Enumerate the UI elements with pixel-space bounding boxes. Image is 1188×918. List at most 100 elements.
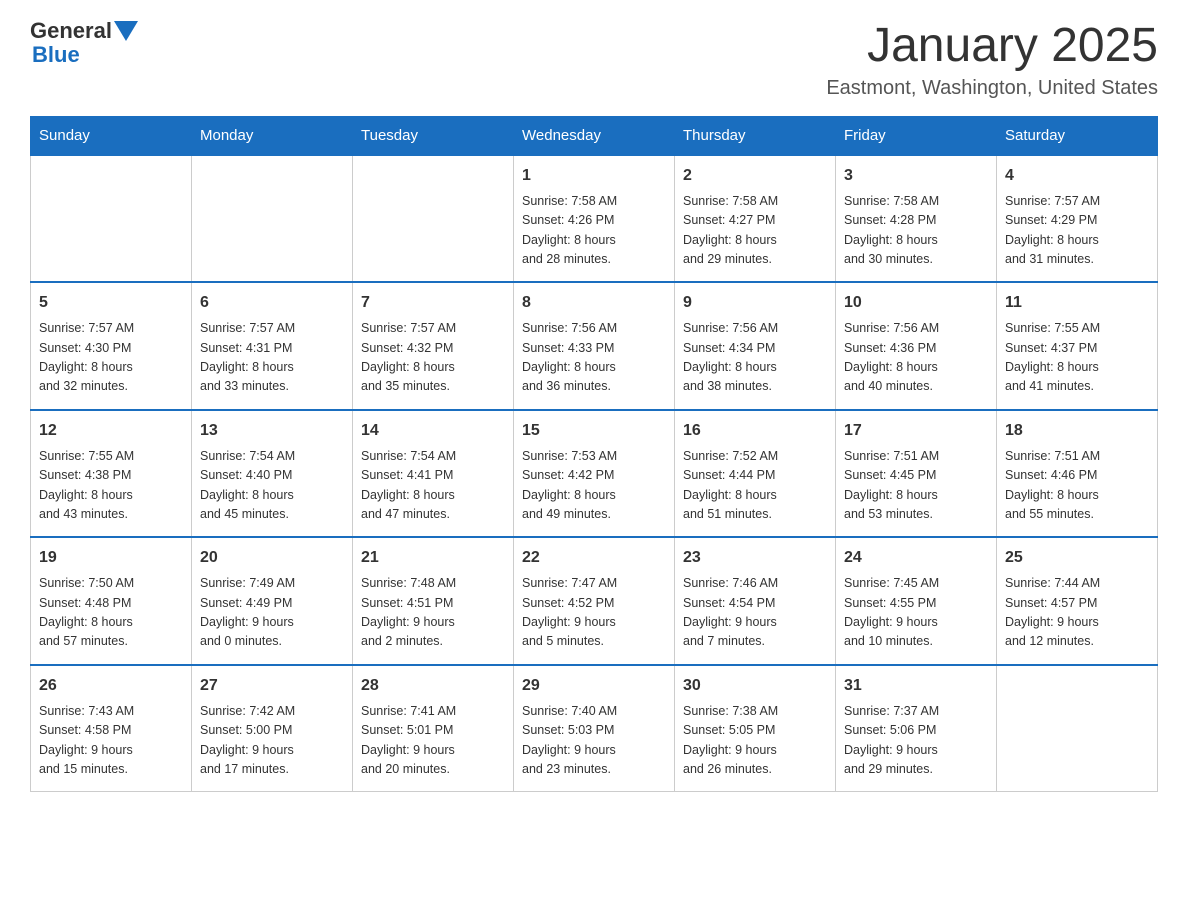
header-monday: Monday [192,116,353,155]
table-row: 20Sunrise: 7:49 AM Sunset: 4:49 PM Dayli… [192,537,353,665]
table-row [192,155,353,283]
day-info: Sunrise: 7:56 AM Sunset: 4:34 PM Dayligh… [683,319,827,397]
table-row: 28 Sunrise: 7:41 AM Sunset: 5:01 PM Dayli… [353,665,514,792]
day-info: Sunrise: 7:42 AM Sunset: 5:00 PM Dayligh… [200,702,344,780]
day-number: 22 [522,546,666,570]
table-row: 21Sunrise: 7:48 AM Sunset: 4:51 PM Dayli… [353,537,514,665]
logo-blue-text: Blue [32,42,80,68]
day-info: Sunrise: 7:50 AM Sunset: 4:48 PM Dayligh… [39,574,183,652]
day-info: Sunrise: 7:51 AM Sunset: 4:45 PM Dayligh… [844,447,988,525]
day-number: 6 [200,291,344,315]
day-number: 26 [39,674,183,698]
day-number: 17 [844,419,988,443]
day-info: Sunrise: 7:56 AM Sunset: 4:36 PM Dayligh… [844,319,988,397]
day-number: 2 [683,164,827,188]
calendar-week-row: 12Sunrise: 7:55 AM Sunset: 4:38 PM Dayli… [31,410,1158,538]
day-info: Sunrise: 7:57 AM Sunset: 4:31 PM Dayligh… [200,319,344,397]
table-row: 14Sunrise: 7:54 AM Sunset: 4:41 PM Dayli… [353,410,514,538]
day-info: Sunrise: 7:52 AM Sunset: 4:44 PM Dayligh… [683,447,827,525]
calendar-week-row: 19Sunrise: 7:50 AM Sunset: 4:48 PM Dayli… [31,537,1158,665]
day-info: Sunrise: 7:55 AM Sunset: 4:37 PM Dayligh… [1005,319,1149,397]
table-row: 13 Sunrise: 7:54 AM Sunset: 4:40 PM Dayli… [192,410,353,538]
title-block: January 2025 Eastmont, Washington, Unite… [826,20,1158,100]
table-row: 7 Sunrise: 7:57 AM Sunset: 4:32 PM Daylig… [353,282,514,410]
page-title: January 2025 [826,20,1158,73]
calendar-header: Sunday Monday Tuesday Wednesday Thursday… [31,116,1158,155]
day-info: Sunrise: 7:43 AM Sunset: 4:58 PM Dayligh… [39,702,183,780]
table-row: 12Sunrise: 7:55 AM Sunset: 4:38 PM Dayli… [31,410,192,538]
table-row: 22 Sunrise: 7:47 AM Sunset: 4:52 PM Dayli… [514,537,675,665]
table-row: 19Sunrise: 7:50 AM Sunset: 4:48 PM Dayli… [31,537,192,665]
table-row: 29 Sunrise: 7:40 AM Sunset: 5:03 PM Dayli… [514,665,675,792]
day-number: 14 [361,419,505,443]
day-number: 4 [1005,164,1149,188]
table-row: 27 Sunrise: 7:42 AM Sunset: 5:00 PM Dayli… [192,665,353,792]
table-row: 1Sunrise: 7:58 AM Sunset: 4:26 PM Daylig… [514,155,675,283]
logo-triangle-icon [114,21,138,41]
day-info: Sunrise: 7:48 AM Sunset: 4:51 PM Dayligh… [361,574,505,652]
day-info: Sunrise: 7:47 AM Sunset: 4:52 PM Dayligh… [522,574,666,652]
day-number: 28 [361,674,505,698]
table-row: 8 Sunrise: 7:56 AM Sunset: 4:33 PM Daylig… [514,282,675,410]
table-row: 23Sunrise: 7:46 AM Sunset: 4:54 PM Dayli… [675,537,836,665]
day-number: 29 [522,674,666,698]
day-info: Sunrise: 7:56 AM Sunset: 4:33 PM Dayligh… [522,319,666,397]
header-tuesday: Tuesday [353,116,514,155]
calendar-week-row: 5 Sunrise: 7:57 AM Sunset: 4:30 PM Daylig… [31,282,1158,410]
day-number: 16 [683,419,827,443]
table-row: 4 Sunrise: 7:57 AM Sunset: 4:29 PM Daylig… [997,155,1158,283]
table-row: 24Sunrise: 7:45 AM Sunset: 4:55 PM Dayli… [836,537,997,665]
day-number: 18 [1005,419,1149,443]
table-row [997,665,1158,792]
day-info: Sunrise: 7:37 AM Sunset: 5:06 PM Dayligh… [844,702,988,780]
day-number: 7 [361,291,505,315]
weekday-header-row: Sunday Monday Tuesday Wednesday Thursday… [31,116,1158,155]
table-row: 3Sunrise: 7:58 AM Sunset: 4:28 PM Daylig… [836,155,997,283]
day-number: 30 [683,674,827,698]
day-info: Sunrise: 7:57 AM Sunset: 4:30 PM Dayligh… [39,319,183,397]
table-row: 25Sunrise: 7:44 AM Sunset: 4:57 PM Dayli… [997,537,1158,665]
table-row: 15 Sunrise: 7:53 AM Sunset: 4:42 PM Dayli… [514,410,675,538]
day-number: 15 [522,419,666,443]
day-info: Sunrise: 7:51 AM Sunset: 4:46 PM Dayligh… [1005,447,1149,525]
day-info: Sunrise: 7:54 AM Sunset: 4:40 PM Dayligh… [200,447,344,525]
table-row [353,155,514,283]
day-number: 1 [522,164,666,188]
table-row: 26 Sunrise: 7:43 AM Sunset: 4:58 PM Dayli… [31,665,192,792]
day-info: Sunrise: 7:57 AM Sunset: 4:29 PM Dayligh… [1005,192,1149,270]
table-row: 17 Sunrise: 7:51 AM Sunset: 4:45 PM Dayli… [836,410,997,538]
calendar-body: 1Sunrise: 7:58 AM Sunset: 4:26 PM Daylig… [31,155,1158,792]
logo: General Blue [30,20,138,68]
calendar-table: Sunday Monday Tuesday Wednesday Thursday… [30,116,1158,793]
table-row: 10Sunrise: 7:56 AM Sunset: 4:36 PM Dayli… [836,282,997,410]
day-number: 25 [1005,546,1149,570]
logo-general-text: General [30,20,112,42]
calendar-week-row: 26 Sunrise: 7:43 AM Sunset: 4:58 PM Dayli… [31,665,1158,792]
table-row: 6 Sunrise: 7:57 AM Sunset: 4:31 PM Daylig… [192,282,353,410]
day-info: Sunrise: 7:57 AM Sunset: 4:32 PM Dayligh… [361,319,505,397]
day-number: 31 [844,674,988,698]
table-row: 30 Sunrise: 7:38 AM Sunset: 5:05 PM Dayli… [675,665,836,792]
table-row: 9Sunrise: 7:56 AM Sunset: 4:34 PM Daylig… [675,282,836,410]
day-number: 11 [1005,291,1149,315]
day-number: 20 [200,546,344,570]
page-subtitle: Eastmont, Washington, United States [826,77,1158,100]
table-row: 2Sunrise: 7:58 AM Sunset: 4:27 PM Daylig… [675,155,836,283]
table-row: 16 Sunrise: 7:52 AM Sunset: 4:44 PM Dayli… [675,410,836,538]
header-sunday: Sunday [31,116,192,155]
header-friday: Friday [836,116,997,155]
table-row: 11 Sunrise: 7:55 AM Sunset: 4:37 PM Dayli… [997,282,1158,410]
table-row: 31 Sunrise: 7:37 AM Sunset: 5:06 PM Dayli… [836,665,997,792]
day-number: 5 [39,291,183,315]
calendar-week-row: 1Sunrise: 7:58 AM Sunset: 4:26 PM Daylig… [31,155,1158,283]
table-row: 18 Sunrise: 7:51 AM Sunset: 4:46 PM Dayli… [997,410,1158,538]
header-thursday: Thursday [675,116,836,155]
day-info: Sunrise: 7:38 AM Sunset: 5:05 PM Dayligh… [683,702,827,780]
day-number: 8 [522,291,666,315]
day-info: Sunrise: 7:45 AM Sunset: 4:55 PM Dayligh… [844,574,988,652]
day-info: Sunrise: 7:41 AM Sunset: 5:01 PM Dayligh… [361,702,505,780]
day-number: 27 [200,674,344,698]
day-info: Sunrise: 7:40 AM Sunset: 5:03 PM Dayligh… [522,702,666,780]
day-info: Sunrise: 7:53 AM Sunset: 4:42 PM Dayligh… [522,447,666,525]
day-number: 13 [200,419,344,443]
